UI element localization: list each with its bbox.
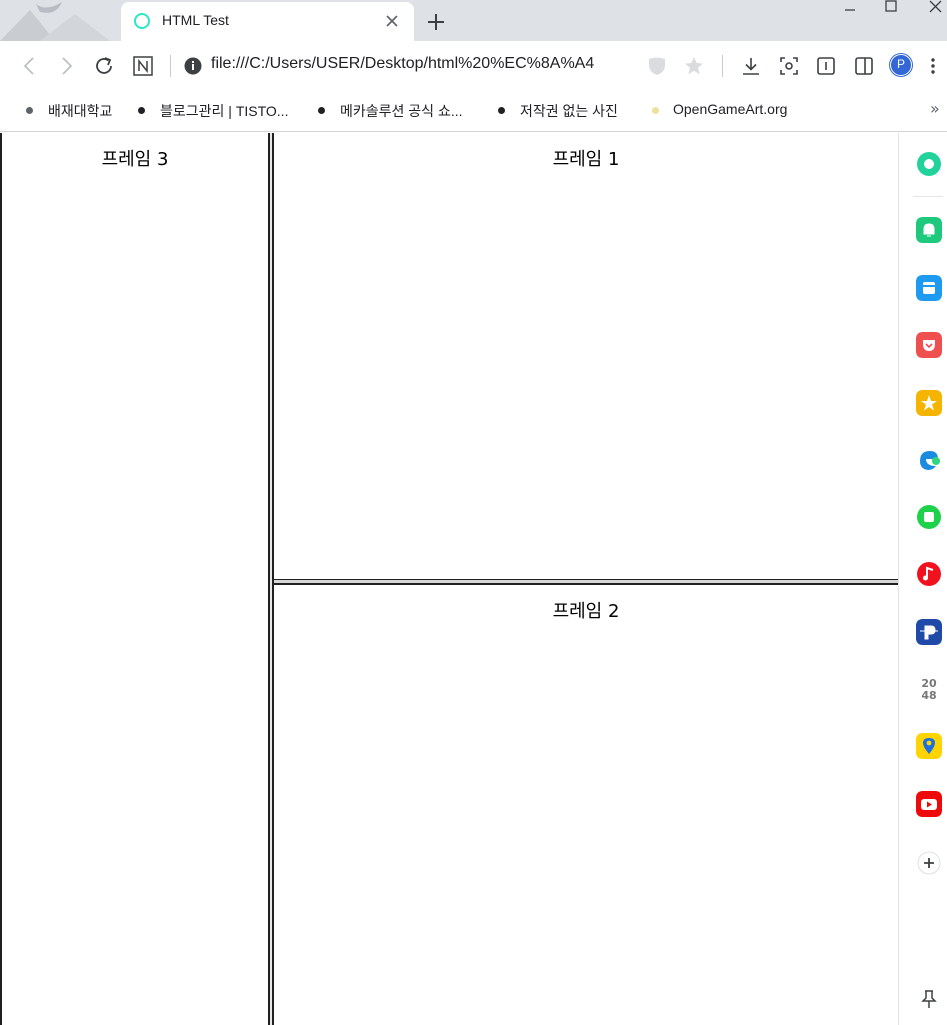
frame-title: 프레임 3 <box>101 149 169 170</box>
side-panel: 20 48 <box>898 133 947 1025</box>
toolbar-divider <box>170 55 171 77</box>
naver-square-icon[interactable] <box>916 504 942 530</box>
address-bar[interactable]: file:///C:/Users/USER/Desktop/html%20%EC… <box>211 55 627 73</box>
bookmark-item[interactable]: OpenGameArt.org <box>673 101 787 117</box>
frame-2: 프레임 2 <box>274 585 898 1025</box>
menu-icon[interactable] <box>926 55 940 77</box>
bookmark-item[interactable]: 저작권 없는 사진 <box>520 101 618 121</box>
page-content: 프레임 3 프레임 1 프레임 2 <box>0 133 898 1025</box>
frame-title: 프레임 2 <box>552 601 620 622</box>
minimize-button[interactable] <box>838 0 862 18</box>
calendar-icon[interactable] <box>916 275 942 301</box>
window-close-button[interactable] <box>923 0 947 18</box>
screenshot-icon[interactable] <box>778 55 800 77</box>
map-pin-icon[interactable] <box>916 733 942 759</box>
reader-mode-icon[interactable] <box>815 55 837 77</box>
globe-icon <box>138 107 145 114</box>
forward-button[interactable] <box>55 55 77 77</box>
svg-text:48: 48 <box>921 689 936 702</box>
naver-n-icon[interactable] <box>132 55 154 77</box>
add-icon[interactable] <box>916 850 942 876</box>
theme-decoration-icon <box>0 2 110 41</box>
pay-icon[interactable] <box>916 619 942 645</box>
toolbar-divider <box>722 55 723 77</box>
bookmark-item[interactable]: 배재대학교 <box>48 101 112 121</box>
globe-icon <box>498 107 505 114</box>
globe-icon <box>318 107 325 114</box>
circle-favicon-icon <box>134 13 150 29</box>
tab-strip: HTML Test <box>0 0 947 41</box>
frame-1: 프레임 1 <box>274 133 898 579</box>
bookmarks-bar: 배재대학교 블로그관리 | TISTO... 메카솔루션 공식 쇼... 저작권… <box>0 90 947 132</box>
side-panel-icon[interactable] <box>853 55 875 77</box>
bookmark-item[interactable]: 블로그관리 | TISTO... <box>160 101 288 121</box>
frame-title: 프레임 1 <box>552 149 620 170</box>
favorites-star-icon[interactable] <box>916 390 942 416</box>
edge-drop-icon[interactable] <box>916 447 942 473</box>
youtube-icon[interactable] <box>916 791 942 817</box>
shield-icon[interactable] <box>646 55 668 77</box>
reload-button[interactable] <box>93 55 115 77</box>
tab-html-test[interactable]: HTML Test <box>121 2 414 41</box>
bookmark-star-icon[interactable] <box>683 55 705 77</box>
bookmark-item[interactable]: 메카솔루션 공식 쇼... <box>340 101 463 121</box>
info-icon[interactable] <box>182 55 204 77</box>
maximize-button[interactable] <box>879 0 903 18</box>
notification-icon[interactable] <box>916 217 942 243</box>
download-icon[interactable] <box>740 55 762 77</box>
new-tab-button[interactable] <box>426 12 446 32</box>
address-fade <box>590 51 630 79</box>
browser-toolbar: file:///C:/Users/USER/Desktop/html%20%EC… <box>0 41 947 90</box>
pin-icon[interactable] <box>916 986 942 1012</box>
frame-3: 프레임 3 <box>0 133 268 1025</box>
side-panel-divider <box>913 196 943 197</box>
edge-copilot-icon[interactable] <box>916 151 942 177</box>
globe-icon <box>652 107 659 114</box>
music-icon[interactable] <box>916 561 942 587</box>
back-button[interactable] <box>19 55 41 77</box>
profile-avatar[interactable]: P <box>890 54 912 76</box>
2048-game-icon[interactable]: 20 48 <box>916 676 942 702</box>
globe-icon <box>26 107 33 114</box>
chevron-double-right-icon[interactable]: » <box>930 99 940 118</box>
tab-title: HTML Test <box>162 12 229 28</box>
close-icon[interactable] <box>384 13 400 29</box>
pocket-icon[interactable] <box>916 332 942 358</box>
